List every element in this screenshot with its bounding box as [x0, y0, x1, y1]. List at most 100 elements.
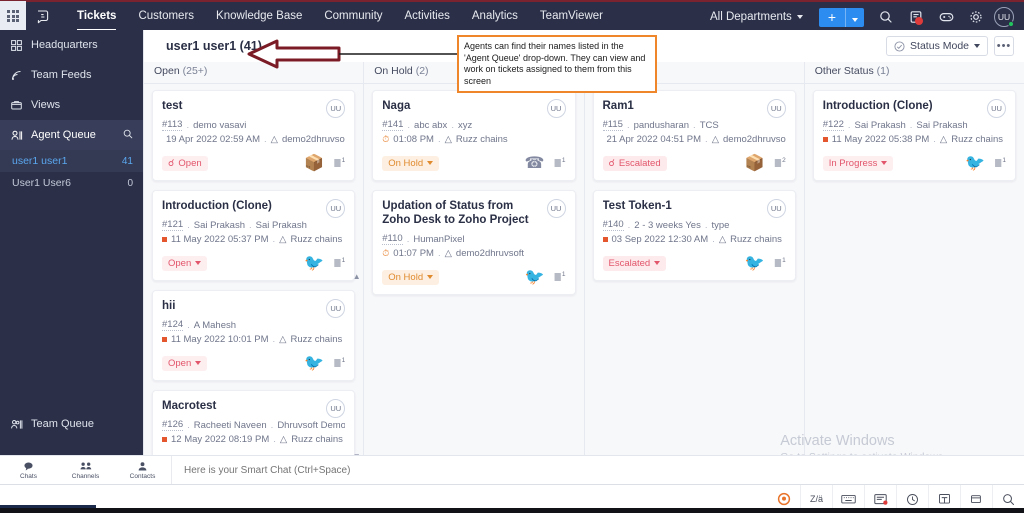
ticket-card[interactable]: Updation of Status from Zoho Desk to Zoh…: [372, 190, 576, 295]
nav-teamviewer[interactable]: TeamViewer: [529, 1, 614, 31]
notifications-button[interactable]: [902, 2, 930, 32]
twitter-icon[interactable]: 🐦: [745, 253, 765, 273]
zoho-desk-logo[interactable]: [26, 1, 60, 31]
thread-count-icon[interactable]: ≣1: [333, 257, 345, 269]
ticket-footer-icons: 🐦 ≣1: [745, 253, 786, 273]
annotation-text: Agents can find their names listed in th…: [464, 41, 646, 86]
thread-count-icon[interactable]: ≣1: [553, 271, 565, 283]
status-badge[interactable]: Escalated: [602, 255, 667, 271]
chat-tab-label: Contacts: [129, 472, 156, 480]
ticket-card[interactable]: Naga UU #141 . abc abx . xyz ⏱ 01:08 PM …: [372, 90, 576, 181]
twitter-icon[interactable]: 🐦: [304, 253, 324, 273]
clock-icon: ⏱: [382, 248, 390, 258]
ticket-time: 01:08 PM: [393, 134, 434, 145]
smart-chat-input-wrap: [171, 455, 1024, 485]
ticket-channel: Ruzz chains: [290, 334, 343, 345]
ticket-card[interactable]: test UU #113 . demo vasavi 19 Apr 2022 0…: [152, 90, 356, 181]
avatar-initials: UU: [997, 12, 1011, 22]
attachment-icon[interactable]: 📦: [304, 153, 324, 173]
separator: .: [187, 419, 190, 431]
smart-chat-input[interactable]: [171, 455, 1024, 485]
chevron-down-icon: [974, 44, 980, 48]
chat-tab-channels[interactable]: Channels: [57, 461, 114, 480]
status-badge[interactable]: ☌ Open: [162, 155, 208, 171]
status-badge[interactable]: Open: [162, 355, 208, 371]
create-button[interactable]: +: [818, 7, 864, 27]
sidebar-agent-user1-user1[interactable]: user1 user1 41: [0, 150, 143, 172]
ticket-contact: demo vasavi: [193, 119, 247, 131]
status-label: Open: [168, 257, 192, 269]
create-dropdown-button[interactable]: [846, 8, 864, 27]
ticket-card[interactable]: Test Token-1 UU #140 . 2 - 3 weeks Yes .…: [592, 190, 796, 281]
status-badge[interactable]: In Progress: [822, 155, 894, 171]
nav-tickets[interactable]: Tickets: [66, 1, 127, 31]
department-selector[interactable]: All Departments: [702, 11, 811, 23]
ticket-footer-icons: 🐦 ≣1: [525, 267, 566, 287]
twitter-icon[interactable]: 🐦: [965, 153, 985, 173]
nav-knowledge-base[interactable]: Knowledge Base: [205, 1, 313, 31]
sidebar-item-team-feeds[interactable]: Team Feeds: [0, 60, 143, 90]
channel-icon: △: [270, 134, 278, 145]
channel-icon: △: [279, 334, 287, 345]
sidebar-item-views[interactable]: Views: [0, 90, 143, 120]
more-options-button[interactable]: •••: [994, 36, 1014, 56]
thread-count-icon[interactable]: ≣1: [333, 357, 345, 369]
status-badge[interactable]: Open: [162, 255, 208, 271]
ticket-title: Introduction (Clone): [162, 200, 272, 212]
thread-count-icon[interactable]: ≣1: [333, 157, 345, 169]
ticket-meta-secondary: ⏱ 01:08 PM . △ Ruzz chains: [382, 134, 565, 145]
sidebar-item-headquarters[interactable]: Headquarters: [0, 30, 143, 60]
department-selector-label: All Departments: [710, 11, 792, 23]
ticket-channel: Ruzz chains: [291, 434, 343, 445]
thread-count-icon[interactable]: ≣2: [774, 157, 786, 169]
nav-activities[interactable]: Activities: [394, 1, 461, 31]
thread-count-icon[interactable]: ≣1: [553, 157, 565, 169]
chat-tab-contacts[interactable]: Contacts: [114, 461, 171, 480]
separator: .: [933, 134, 936, 145]
agent-queue-search-icon[interactable]: [123, 129, 133, 142]
avatar: UU: [326, 299, 346, 318]
ticket-footer: Escalated 🐦 ≣1: [602, 253, 786, 273]
apps-launcher-button[interactable]: [0, 1, 26, 31]
ticket-card[interactable]: Introduction (Clone) UU #122 . Sai Praka…: [812, 90, 1016, 181]
chat-tab-chats[interactable]: Chats: [0, 461, 57, 480]
status-badge[interactable]: ☌ Escalated: [602, 155, 667, 171]
nav-community[interactable]: Community: [313, 1, 393, 31]
status-badge[interactable]: On Hold: [382, 269, 440, 285]
ticket-card[interactable]: hii UU #124 . A Mahesh 11 May 2022 10:01…: [152, 290, 356, 381]
avatar: UU: [766, 99, 786, 118]
separator: .: [187, 319, 190, 331]
chevron-down-icon: [195, 361, 202, 365]
headquarters-icon: [10, 39, 23, 51]
thread-count-icon[interactable]: ≣1: [774, 257, 786, 269]
settings-button[interactable]: [962, 2, 990, 32]
thread-count-icon[interactable]: ≣1: [994, 157, 1006, 169]
twitter-icon[interactable]: 🐦: [304, 353, 324, 373]
thread-count: 1: [341, 356, 346, 364]
nav-customers[interactable]: Customers: [127, 1, 205, 31]
gamification-button[interactable]: [932, 2, 960, 32]
ticket-footer: ☌ Open 📦 ≣1: [162, 153, 345, 173]
sidebar-item-agent-queue[interactable]: Agent Queue: [0, 120, 143, 150]
sidebar-item-label: Team Queue: [31, 418, 94, 430]
status-badge[interactable]: On Hold: [382, 155, 440, 171]
phone-icon[interactable]: ☎: [525, 153, 545, 173]
ticket-footer-icons: ☎ ≣1: [525, 153, 566, 173]
ticket-card[interactable]: Introduction (Clone) UU #121 . Sai Praka…: [152, 190, 356, 281]
ticket-meta-secondary: 03 Sep 2022 12:30 AM . △ Ruzz chains: [602, 234, 786, 245]
board-column-on-hold: Naga UU #141 . abc abx . xyz ⏱ 01:08 PM …: [364, 84, 585, 483]
ticket-card[interactable]: Ram1 UU #115 . pandusharan . TCS 21 Apr …: [592, 90, 796, 181]
column-scroll-up-button[interactable]: ▲: [352, 272, 361, 281]
avatar[interactable]: UU: [994, 7, 1014, 27]
status-mode-icon: [894, 40, 905, 52]
sidebar-item-team-queue[interactable]: Team Queue: [0, 409, 143, 439]
twitter-icon[interactable]: 🐦: [525, 267, 545, 287]
top-navigation-bar: Tickets Customers Knowledge Base Communi…: [0, 0, 1024, 32]
search-button[interactable]: [872, 2, 900, 32]
sidebar-agent-user1-user6[interactable]: User1 User6 0: [0, 172, 143, 194]
status-mode-button[interactable]: Status Mode: [886, 36, 988, 56]
nav-analytics[interactable]: Analytics: [461, 1, 529, 31]
sidebar-item-label: Views: [31, 99, 61, 111]
attachment-icon[interactable]: 📦: [745, 153, 765, 173]
smart-chat-bar: Chats Channels Contacts: [0, 455, 1024, 485]
